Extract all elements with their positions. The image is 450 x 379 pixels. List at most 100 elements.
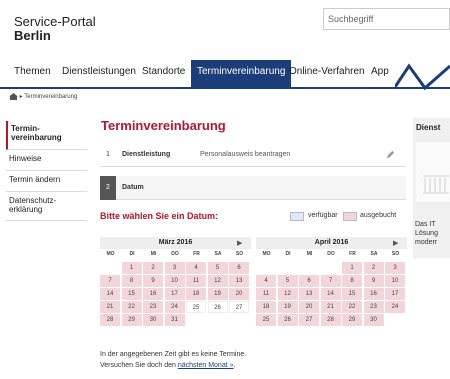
calendar-day: 8 bbox=[121, 275, 142, 287]
calendar-day[interactable]: 26 bbox=[207, 301, 228, 313]
sidebar-item-hinweise[interactable]: Hinweise bbox=[6, 151, 87, 171]
sidebar-item-terminvereinbarung[interactable]: Termin- vereinbarung bbox=[6, 121, 87, 150]
weekday-header: FR bbox=[193, 251, 200, 257]
calendar-day: 12 bbox=[277, 288, 298, 300]
calendar-day: 23 bbox=[143, 301, 163, 313]
calendar-day: 24 bbox=[385, 301, 405, 313]
calendar-day: 26 bbox=[277, 314, 298, 326]
weekday-header: MI bbox=[150, 251, 157, 257]
calendar-day: 1 bbox=[121, 262, 142, 274]
calendar-day: 7 bbox=[100, 275, 120, 287]
right-panel-line: moderr bbox=[415, 239, 438, 246]
right-panel-title: Dienst bbox=[416, 123, 441, 132]
sidebar-item-termin-aendern[interactable]: Termin ändern bbox=[6, 172, 87, 192]
calendar-day: 13 bbox=[299, 288, 319, 300]
calendar-day: 14 bbox=[320, 288, 341, 300]
nav-item-online-verfahren[interactable]: Online-Verfahren bbox=[289, 66, 365, 77]
calendar-day: 2 bbox=[143, 262, 163, 274]
weekday-header: MO bbox=[262, 251, 271, 257]
calendar-day: 27 bbox=[299, 314, 319, 326]
main-nav: Themen Dienstleistungen Standorte Termin… bbox=[0, 60, 450, 89]
calendar-day: 14 bbox=[100, 288, 120, 300]
calendar-title: April 2016 bbox=[314, 239, 349, 246]
step-label: Datum bbox=[122, 184, 144, 191]
calendar-day: 21 bbox=[100, 301, 120, 313]
calendar-day: 22 bbox=[342, 301, 362, 313]
building-illustration-icon bbox=[423, 175, 449, 194]
calendar-day: 16 bbox=[143, 288, 163, 300]
logo-line1[interactable]: Service-Portal bbox=[14, 14, 96, 29]
right-panel-image bbox=[416, 142, 450, 202]
weekday-header: MO bbox=[106, 251, 115, 257]
breadcrumb-current[interactable]: Terminvereinbarung bbox=[24, 94, 77, 100]
nav-item-dienstleistungen[interactable]: Dienstleistungen bbox=[62, 66, 136, 77]
legend-available-label: verfügbar bbox=[308, 212, 338, 219]
home-icon[interactable] bbox=[9, 93, 18, 100]
calendar-day: 30 bbox=[363, 314, 384, 326]
calendar-day: 28 bbox=[320, 314, 341, 326]
nav-item-standorte[interactable]: Standorte bbox=[142, 66, 185, 77]
calendar-day: 6 bbox=[229, 262, 249, 274]
step-number: 2 bbox=[100, 176, 116, 200]
calendar-day: 10 bbox=[385, 275, 405, 287]
calendar-day: 12 bbox=[207, 275, 228, 287]
calendar-day: 11 bbox=[256, 288, 276, 300]
calendar-day: 29 bbox=[342, 314, 362, 326]
calendar-day: 15 bbox=[342, 288, 362, 300]
calendar-day: 30 bbox=[143, 314, 163, 326]
nav-item-themen[interactable]: Themen bbox=[14, 66, 51, 77]
calendar-day: 3 bbox=[164, 262, 185, 274]
nav-decoration-icon bbox=[395, 63, 450, 91]
weekday-header: SA bbox=[214, 251, 222, 257]
edit-icon[interactable] bbox=[386, 150, 395, 159]
choose-date-label: Bitte wählen Sie ein Datum: bbox=[100, 211, 219, 221]
calendar-day[interactable]: 25 bbox=[186, 301, 206, 313]
weekday-header: DO bbox=[171, 251, 179, 257]
hint-prefix: Versuchen Sie doch den bbox=[100, 362, 178, 369]
right-panel-line: Lösung bbox=[415, 230, 438, 237]
nav-item-app[interactable]: App bbox=[371, 66, 389, 77]
calendar-title: März 2016 bbox=[158, 239, 193, 246]
logo-line2[interactable]: Berlin bbox=[14, 28, 51, 43]
step-number: 1 bbox=[106, 151, 110, 158]
calendar-day: 20 bbox=[229, 288, 249, 300]
weekday-header: DI bbox=[285, 251, 291, 257]
right-panel-text: Das IT Lösung moderr bbox=[415, 220, 438, 247]
step-dienstleistung[interactable]: 1 Dienstleistung Personalausweis beantra… bbox=[100, 143, 406, 167]
page-title: Terminvereinbarung bbox=[101, 118, 226, 133]
hint-suffix: . bbox=[233, 362, 236, 369]
calendar-day: 13 bbox=[229, 275, 249, 287]
next-month-arrow-icon[interactable]: ▶ bbox=[237, 239, 242, 247]
legend-booked-label: ausgebucht bbox=[360, 212, 397, 219]
right-info-panel: Dienst Das IT Lösung moderr bbox=[413, 118, 450, 258]
weekday-header: DO bbox=[327, 251, 335, 257]
no-dates-note: In der angegebenen Zeit gibt es keine Te… bbox=[100, 351, 247, 358]
legend-available-swatch bbox=[290, 212, 304, 221]
calendar-day: 16 bbox=[363, 288, 384, 300]
sidebar-item-datenschutz[interactable]: Datenschutz- erklärung bbox=[6, 193, 87, 221]
next-month-hint: Versuchen Sie doch den nächsten Monat ». bbox=[100, 362, 235, 369]
calendar-day: 24 bbox=[164, 301, 185, 313]
calendar-day: 3 bbox=[385, 262, 405, 274]
calendar-day: 18 bbox=[256, 301, 276, 313]
next-month-arrow-icon[interactable]: ▶ bbox=[393, 239, 398, 247]
calendar-day: 17 bbox=[164, 288, 185, 300]
weekday-header: SO bbox=[391, 251, 400, 257]
calendar-day: 5 bbox=[207, 262, 228, 274]
calendar-day: 23 bbox=[363, 301, 384, 313]
calendar-day: 21 bbox=[320, 301, 341, 313]
search-input[interactable]: Suchbegriff bbox=[323, 8, 450, 30]
weekday-header: FR bbox=[349, 251, 356, 257]
calendar-day: 11 bbox=[186, 275, 206, 287]
weekday-header: MI bbox=[306, 251, 313, 257]
calendar-day: 31 bbox=[164, 314, 185, 326]
calendar-day: 19 bbox=[277, 301, 298, 313]
calendar-day[interactable]: 27 bbox=[229, 301, 249, 313]
nav-item-terminvereinbarung[interactable]: Terminvereinbarung bbox=[191, 60, 292, 87]
calendar-day: 18 bbox=[186, 288, 206, 300]
calendar-day: 7 bbox=[320, 275, 341, 287]
next-month-link[interactable]: nächsten Monat » bbox=[178, 362, 234, 369]
weekday-header: SA bbox=[370, 251, 378, 257]
calendar-day: 2 bbox=[363, 262, 384, 274]
calendar-day: 25 bbox=[256, 314, 276, 326]
